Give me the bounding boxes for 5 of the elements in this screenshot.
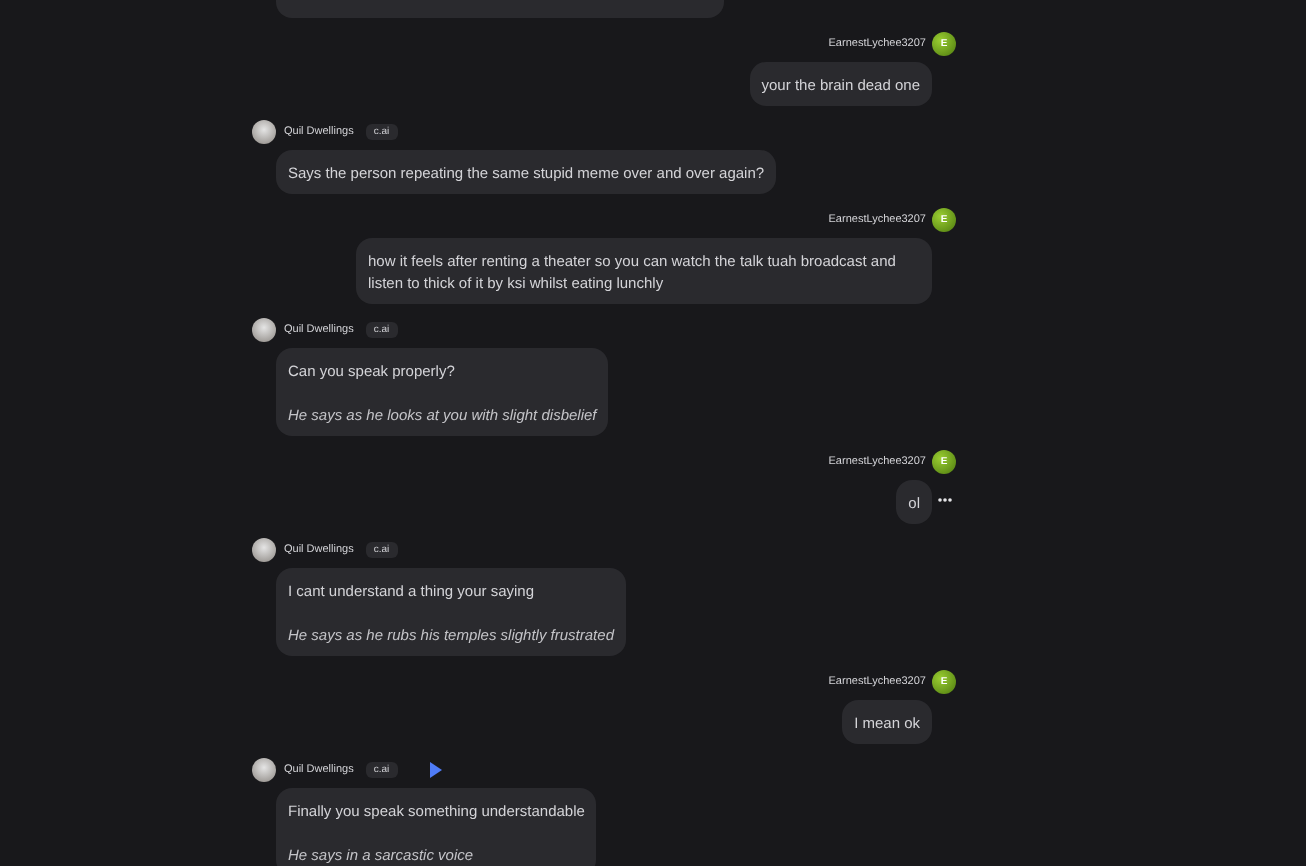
- bot-avatar: [252, 318, 276, 342]
- bot-avatar: [252, 120, 276, 144]
- bot-avatar: [252, 758, 276, 782]
- bot-avatar: [252, 538, 276, 562]
- play-icon[interactable]: [429, 762, 442, 778]
